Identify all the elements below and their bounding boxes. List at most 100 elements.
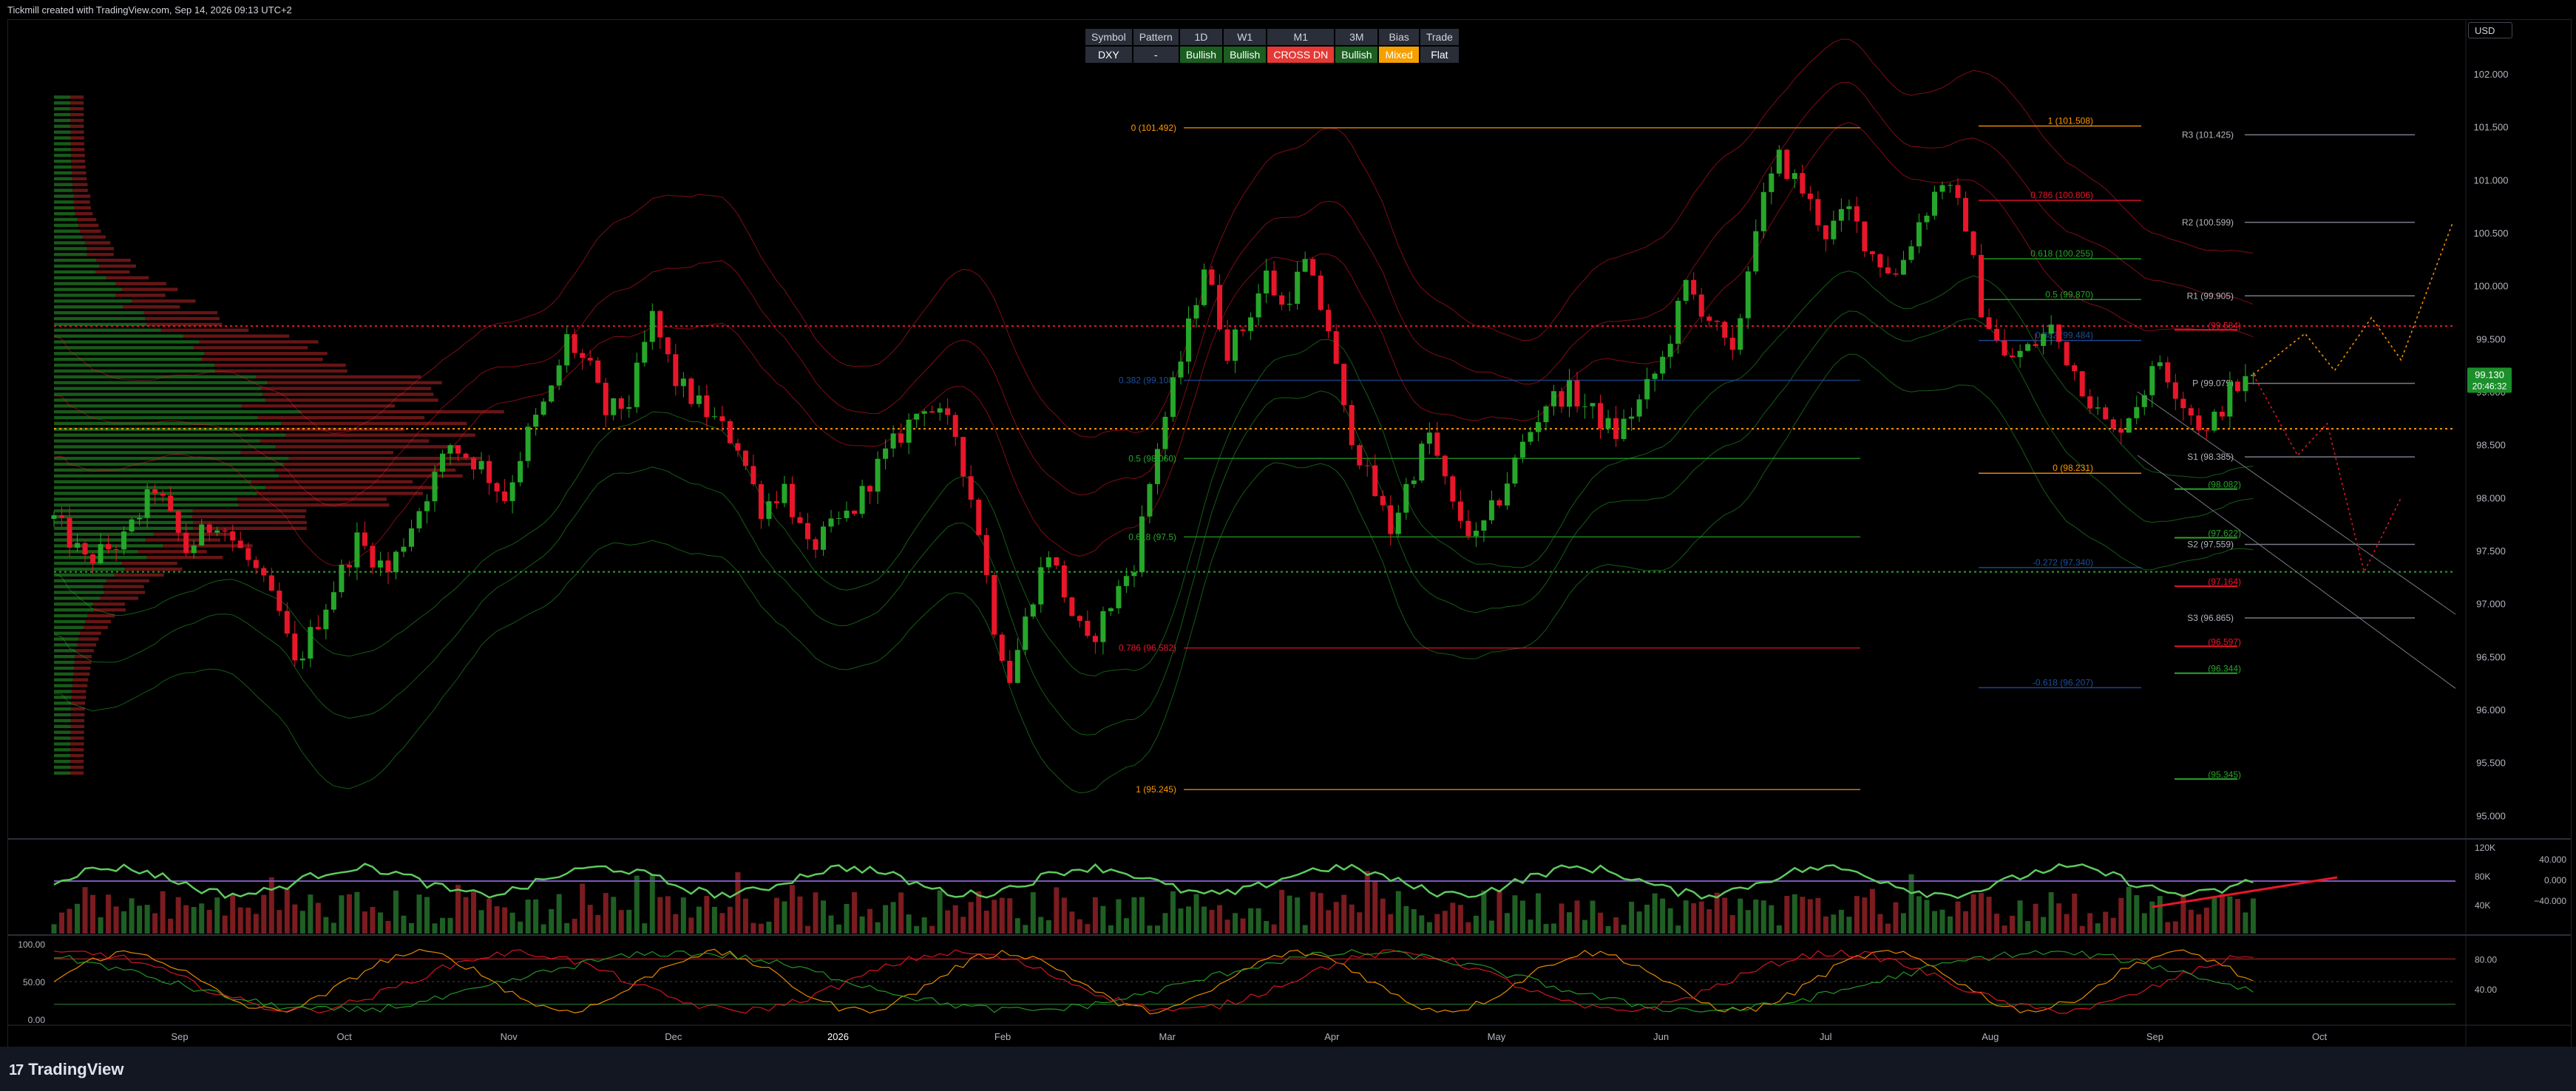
volume-bar (323, 917, 329, 934)
pivot-label: R2 (100.599) (2182, 217, 2234, 228)
candle-body (1481, 520, 1487, 531)
profile-bar-sell (70, 136, 84, 140)
x-tick-label: Oct (2312, 1031, 2328, 1042)
tradingview-logo[interactable]: 17 TradingView (9, 1060, 123, 1079)
candle-body (1519, 441, 1525, 458)
profile-bar-sell (285, 433, 475, 437)
profile-bar-buy (54, 334, 184, 338)
candle-body (1986, 317, 1992, 329)
volume-bar (1411, 909, 1417, 934)
candle-body (992, 574, 997, 635)
candle-body (1457, 501, 1463, 521)
candle-body (1776, 149, 1782, 174)
volume-bar (121, 911, 127, 934)
volume-bar (1838, 909, 1844, 934)
candle-body (2118, 428, 2124, 433)
volume-bar (1714, 892, 1720, 934)
volume-bar (836, 924, 842, 934)
volume-bar (393, 890, 399, 934)
candle-body (1061, 565, 1067, 598)
candle-body (2064, 341, 2070, 366)
candle-body (1885, 267, 1891, 273)
candle-body (1629, 416, 1635, 419)
fib-label: 0 (98.231) (2053, 463, 2093, 473)
volume-bar (1994, 914, 2000, 934)
volume-bar (2095, 923, 2101, 934)
candle-body (618, 398, 624, 409)
band-label: (97.164) (2208, 577, 2241, 587)
volume-bar (2196, 914, 2202, 934)
candle-body (2165, 362, 2171, 383)
volume-bar (408, 922, 414, 934)
profile-bar-buy (54, 253, 87, 256)
candle-body (649, 310, 655, 342)
profile-bar-sell (70, 154, 85, 157)
volume-bar (976, 891, 982, 934)
profile-bar-buy (54, 194, 75, 198)
signal-value-7: Flat (1420, 47, 1459, 63)
profile-bar-buy (54, 305, 123, 309)
profile-bar-buy (54, 112, 71, 117)
profile-bar-buy (54, 637, 79, 641)
x-tick-label: 2026 (827, 1031, 849, 1042)
volume-bar (1939, 909, 1945, 934)
volume-bar (1162, 913, 1168, 934)
profile-bar-sell (71, 690, 87, 693)
x-tick-label: Jun (1653, 1031, 1669, 1042)
fib-label: 0.5 (99.870) (2045, 289, 2093, 299)
candle-body (1077, 616, 1082, 621)
candle-body (1784, 149, 1790, 180)
profile-bar-sell (114, 573, 164, 577)
candle-body (2041, 333, 2047, 347)
volume-bar (1862, 897, 1868, 934)
volume-bar (611, 897, 617, 934)
volume-bar (1846, 917, 1852, 934)
candle-body (1147, 483, 1153, 517)
volume-bar (1986, 897, 1992, 934)
candle-body (603, 382, 609, 415)
volume-bar (2017, 900, 2023, 934)
signal-table-header: Symbol Pattern 1D W1 M1 3M Bias Trade (1085, 29, 1459, 45)
candle-body (447, 445, 453, 454)
volume-bar (688, 917, 694, 934)
candle-body (1038, 567, 1044, 605)
x-tick-label: Apr (1324, 1031, 1340, 1042)
volume-bar (540, 924, 546, 934)
volume-bar (968, 902, 974, 934)
candle-body (1900, 259, 1906, 275)
chart-canvas[interactable]: 0 (101.492) 0.382 (99.108) 0.5 (98.060) 0.6… (8, 20, 2571, 1047)
candle-body (945, 408, 951, 415)
profile-bar-buy (54, 451, 241, 455)
x-tick-label: Aug (1982, 1031, 1999, 1042)
profile-bar-buy (54, 328, 161, 332)
profile-bar-buy (54, 171, 72, 175)
candle-body (968, 476, 974, 500)
y-tick-label: 97.500 (2476, 546, 2506, 557)
volume-bar (478, 910, 484, 934)
volume-bar (268, 877, 274, 934)
profile-bar-buy (54, 614, 88, 618)
candle-body (331, 592, 336, 610)
candle-body (595, 360, 601, 383)
volume-bar (875, 922, 881, 934)
profile-bar-sell (79, 229, 101, 233)
currency-selector[interactable]: USD (2468, 22, 2512, 38)
candle-body (1831, 220, 1837, 239)
volume-bar (1691, 903, 1697, 934)
volume-bar (992, 900, 997, 934)
volume-bar (237, 907, 243, 934)
volume-bar (929, 925, 935, 934)
profile-bar-buy (54, 625, 84, 630)
candle-body (1792, 173, 1797, 180)
candle-body (440, 453, 446, 472)
profile-bar-buy (54, 241, 85, 245)
volume-bar (1970, 894, 1976, 934)
volume-bar (1030, 892, 1036, 934)
profile-bar-sell (199, 340, 319, 344)
volume-bar (1512, 895, 1518, 934)
volume-bar (354, 891, 360, 934)
trend-channel (2137, 391, 2456, 615)
volume-bar (1815, 897, 1821, 934)
volume-bar (618, 910, 624, 934)
y-tick-label: 99.500 (2476, 333, 2506, 344)
